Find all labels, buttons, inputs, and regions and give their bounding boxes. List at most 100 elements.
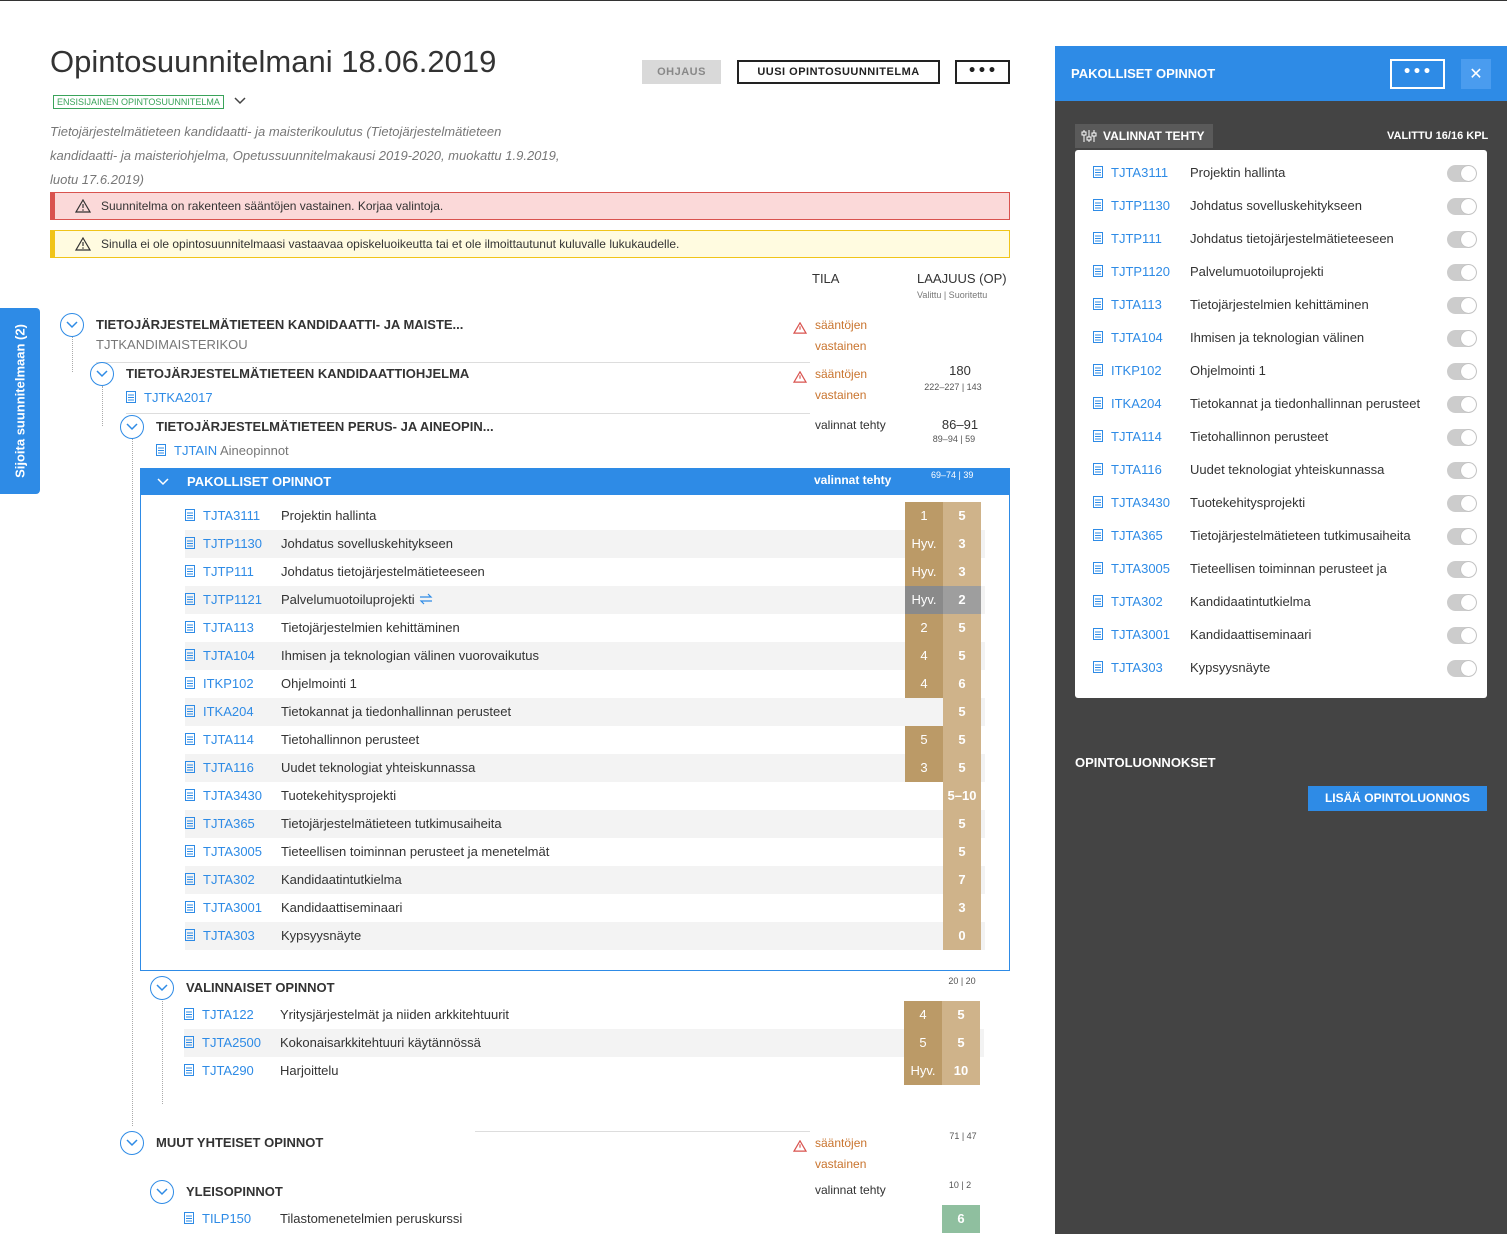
course-code-link[interactable]: TJTA3005 [185, 844, 262, 859]
course-code-link[interactable]: TJTP1130 [185, 536, 262, 551]
selection-toggle[interactable] [1447, 495, 1477, 512]
course-row[interactable]: TJTA3430 Tuotekehitysprojekti 5–10 [185, 782, 985, 810]
place-in-plan-tab[interactable]: Sijoita suunnitelmaan (2) [0, 308, 40, 494]
warning-icon [793, 371, 807, 383]
swap-icon[interactable] [418, 593, 434, 605]
course-row[interactable]: TJTA3111 Projektin hallinta 1 5 [185, 502, 985, 530]
selection-toggle[interactable] [1447, 165, 1477, 182]
course-code-link[interactable]: TJTA113 [185, 620, 254, 635]
selection-toggle[interactable] [1447, 627, 1477, 644]
kand-program-title[interactable]: TIETOJÄRJESTELMÄTIETEEN KANDIDAATTIOHJEL… [126, 366, 469, 381]
course-code-link[interactable]: TJTA303 [185, 928, 255, 943]
close-icon[interactable]: ✕ [1461, 59, 1491, 89]
course-code-link[interactable]: TJTA3001 [1093, 627, 1170, 642]
course-code-link[interactable]: TJTP111 [185, 564, 254, 579]
selection-toggle[interactable] [1447, 297, 1477, 314]
selection-toggle[interactable] [1447, 660, 1477, 677]
course-code-link[interactable]: TJTA302 [185, 872, 255, 887]
course-row[interactable]: TJTA113 Tietojärjestelmien kehittäminen 2 5 [185, 614, 985, 642]
course-code-link[interactable]: TJTA3111 [185, 508, 260, 523]
course-code-link[interactable]: TJTP111 [1093, 231, 1162, 246]
ohjaus-button[interactable]: OHJAUS [642, 60, 721, 84]
course-code-link[interactable]: ITKA204 [185, 704, 254, 719]
course-row[interactable]: TJTA365 Tietojärjestelmätieteen tutkimusa… [185, 810, 985, 838]
selection-toggle[interactable] [1447, 429, 1477, 446]
course-code-link[interactable]: TJTA3430 [1093, 495, 1170, 510]
course-code-link[interactable]: TJTA290 [184, 1063, 254, 1078]
course-row[interactable]: ITKA204 Tietokannat ja tiedonhallinnan pe… [185, 698, 985, 726]
course-code-link[interactable]: TJTA113 [1093, 297, 1162, 312]
root-program-title[interactable]: TIETOJÄRJESTELMÄTIETEEN KANDIDAATTI- JA … [96, 317, 463, 332]
course-row[interactable]: ITKP102 Ohjelmointi 1 46 [185, 670, 985, 698]
course-row[interactable]: TJTA303 Kypsyysnäyte 0 [185, 922, 985, 950]
selection-toggle[interactable] [1447, 396, 1477, 413]
course-code-link[interactable]: TJTA303 [1093, 660, 1163, 675]
course-code-link[interactable]: TJTA122 [184, 1007, 254, 1022]
selection-toggle[interactable] [1447, 462, 1477, 479]
course-code-link[interactable]: TILP150 [184, 1211, 251, 1226]
course-name: Tietojärjestelmien kehittäminen [1190, 297, 1369, 312]
course-code-link[interactable]: TJTA365 [1093, 528, 1163, 543]
collapse-toggle[interactable] [120, 415, 144, 439]
course-row[interactable]: TJTA3005 Tieteellisen toiminnan perusteet… [185, 838, 985, 866]
collapse-toggle[interactable] [120, 1131, 144, 1155]
course-row[interactable]: TJTA2500 Kokonaisarkkitehtuuri käytännöss… [184, 1029, 984, 1057]
selection-toggle[interactable] [1447, 594, 1477, 611]
selection-toggle[interactable] [1447, 198, 1477, 215]
selection-toggle[interactable] [1447, 231, 1477, 248]
course-row[interactable]: TJTP1121 Palvelumuotoiluprojekti Hyv. 2 [185, 586, 985, 614]
collapse-toggle[interactable] [150, 1180, 174, 1204]
course-row[interactable]: TJTA290 Harjoittelu Hyv. 10 [184, 1057, 984, 1085]
yleis-title[interactable]: YLEISOPINNOT [186, 1184, 283, 1199]
course-code-link[interactable]: TJTA114 [185, 732, 254, 747]
collapse-toggle[interactable] [150, 976, 174, 1000]
course-name: Tieteellisen toiminnan perusteet ja mene… [281, 844, 550, 859]
course-row[interactable]: TJTA302 Kandidaatintutkielma 7 [185, 866, 985, 894]
side-panel-more-button[interactable]: ••• [1390, 59, 1445, 89]
course-code-link[interactable]: TJTA104 [1093, 330, 1163, 345]
course-row[interactable]: TJTP1130 Johdatus sovelluskehitykseen Hyv.… [185, 530, 985, 558]
course-code-link[interactable]: TJTA116 [1093, 462, 1162, 477]
course-code-link[interactable]: ITKP102 [185, 676, 254, 691]
course-code-link[interactable]: TJTP1120 [1093, 264, 1170, 279]
course-row[interactable]: TILP150 Tilastomenetelmien peruskurssi 6 [184, 1205, 984, 1233]
course-code-link[interactable]: TJTA2500 [184, 1035, 261, 1050]
add-draft-button[interactable]: LISÄÄ OPINTOLUONNOS [1308, 786, 1487, 811]
course-code-link[interactable]: TJTA114 [1093, 429, 1162, 444]
course-code-link[interactable]: ITKP102 [1093, 363, 1162, 378]
course-code-link[interactable]: TJTA3005 [1093, 561, 1170, 576]
document-icon [185, 621, 195, 633]
course-code-link[interactable]: TJTA3001 [185, 900, 262, 915]
selection-toggle[interactable] [1447, 330, 1477, 347]
valinnaiset-title[interactable]: VALINNAISET OPINNOT [186, 980, 335, 995]
perus-code[interactable]: TJTAIN Aineopinnot [156, 443, 289, 458]
more-options-button[interactable]: ••• [955, 60, 1010, 84]
course-row[interactable]: TJTP111 Johdatus tietojärjestelmätieteese… [185, 558, 985, 586]
muut-title[interactable]: MUUT YHTEISET OPINNOT [156, 1135, 323, 1150]
perus-title[interactable]: TIETOJÄRJESTELMÄTIETEEN PERUS- JA AINEOP… [156, 419, 494, 434]
course-code-link[interactable]: TJTP1130 [1093, 198, 1170, 213]
course-code-link[interactable]: TJTP1121 [185, 592, 262, 607]
course-row[interactable]: TJTA3001 Kandidaattiseminaari 3 [185, 894, 985, 922]
selection-toggle[interactable] [1447, 264, 1477, 281]
collapse-toggle[interactable] [90, 362, 114, 386]
course-code-link[interactable]: ITKA204 [1093, 396, 1162, 411]
kand-program-code[interactable]: TJTKA2017 [126, 390, 213, 405]
selection-toggle[interactable] [1447, 363, 1477, 380]
chevron-down-icon[interactable] [233, 94, 247, 108]
course-row[interactable]: TJTA116 Uudet teknologiat yhteiskunnassa 3… [185, 754, 985, 782]
course-code-link[interactable]: TJTA116 [185, 760, 254, 775]
course-code-link[interactable]: TJTA365 [185, 816, 255, 831]
course-row[interactable]: TJTA122 Yritysjärjestelmät ja niiden arkk… [184, 1001, 984, 1029]
new-plan-button[interactable]: UUSI OPINTOSUUNNITELMA [737, 60, 940, 84]
course-row[interactable]: TJTA114 Tietohallinnon perusteet 5 5 [185, 726, 985, 754]
course-code-link[interactable]: TJTA3111 [1093, 165, 1168, 180]
course-code-link[interactable]: TJTA104 [185, 648, 255, 663]
selection-toggle[interactable] [1447, 561, 1477, 578]
selection-toggle[interactable] [1447, 528, 1477, 545]
course-row[interactable]: TJTA104 Ihmisen ja teknologian välinen vu… [185, 642, 985, 670]
collapse-toggle[interactable] [60, 313, 84, 337]
course-code-link[interactable]: TJTA302 [1093, 594, 1163, 609]
course-code-link[interactable]: TJTA3430 [185, 788, 262, 803]
pakolliset-header[interactable]: PAKOLLISET OPINNOT valinnat tehty 69–74 … [141, 469, 1009, 495]
